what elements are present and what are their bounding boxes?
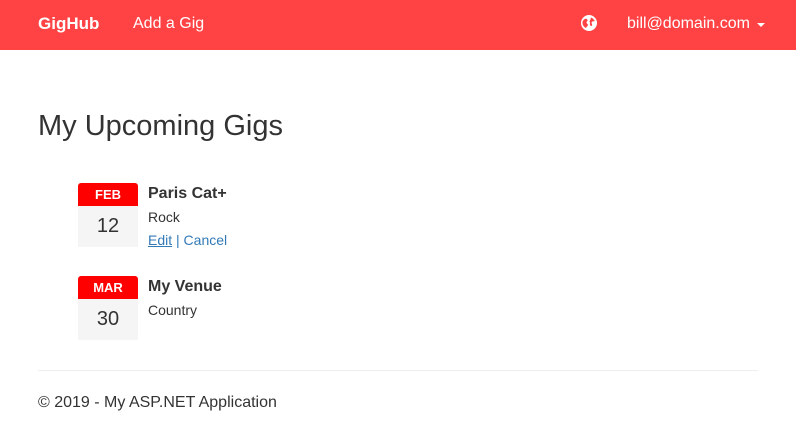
brand-link[interactable]: GigHub [38, 14, 99, 34]
gig-item: MAR 30 My Venue Country [78, 276, 478, 346]
gig-date: MAR 30 [78, 276, 138, 340]
gig-details: Paris Cat+ Rock Edit | Cancel [148, 183, 227, 249]
cancel-link[interactable]: Cancel [184, 232, 228, 248]
gig-details: My Venue Country [148, 276, 222, 319]
gig-date: FEB 12 [78, 183, 138, 247]
page-title: My Upcoming Gigs [38, 110, 283, 142]
add-gig-link[interactable]: Add a Gig [133, 14, 204, 34]
caret-down-icon [756, 23, 765, 27]
globe-icon[interactable] [580, 14, 598, 32]
gig-month: FEB [78, 183, 138, 206]
navbar: GigHub Add a Gig bill@domain.com [0, 0, 796, 50]
gig-venue: Paris Cat+ [148, 185, 227, 202]
gig-month: MAR [78, 276, 138, 299]
edit-link[interactable]: Edit [148, 232, 172, 248]
globe-icon-svg [581, 15, 597, 31]
user-email: bill@domain.com [627, 15, 750, 32]
footer-text: © 2019 - My ASP.NET Application [38, 394, 277, 411]
action-separator: | [176, 232, 184, 248]
gig-day: 12 [78, 206, 138, 247]
gig-venue: My Venue [148, 278, 222, 295]
gig-day: 30 [78, 299, 138, 340]
footer-divider [38, 370, 758, 371]
gig-item: FEB 12 Paris Cat+ Rock Edit | Cancel [78, 183, 478, 253]
gig-genre: Rock [148, 209, 180, 225]
user-menu-dropdown[interactable]: bill@domain.com [627, 14, 765, 34]
gig-genre: Country [148, 302, 198, 318]
gig-actions: Edit | Cancel [148, 231, 227, 249]
